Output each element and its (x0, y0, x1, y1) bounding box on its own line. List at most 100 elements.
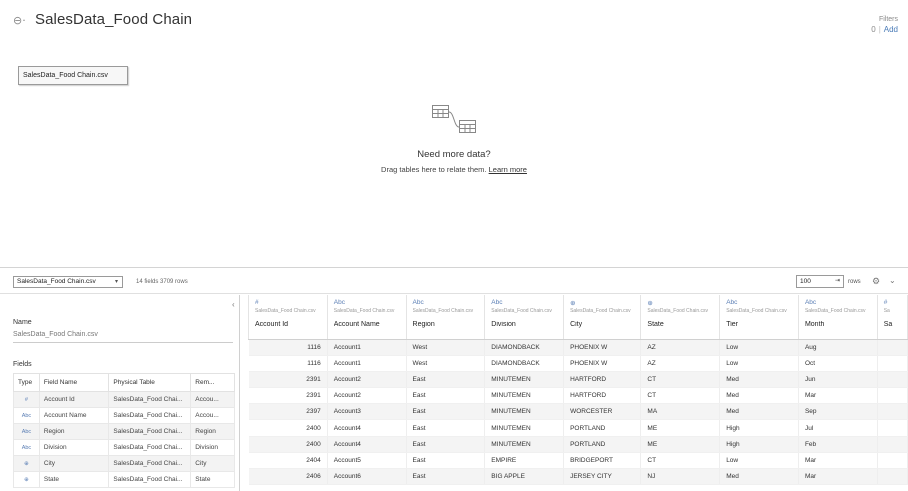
string-type-icon[interactable]: Abc (491, 299, 557, 308)
table-cell: East (406, 452, 486, 470)
col-name[interactable]: Tier (726, 321, 792, 328)
chevron-down-icon[interactable]: ⌄ (889, 276, 896, 285)
field-row[interactable]: Abc Division SalesData_Food Chai... Divi… (13, 439, 235, 456)
table-cell (877, 387, 908, 405)
data-grid-table: # SalesData_Food Chain.csv Account Id Abc S… (248, 295, 908, 486)
field-name[interactable]: Division (38, 439, 110, 456)
field-name[interactable]: City (38, 455, 110, 472)
join-tables-icon (432, 105, 476, 133)
table-row: 1116 Account1 West DIAMONDBACK PHOENIX W AZ Lo… (248, 355, 908, 372)
table-cell (877, 468, 908, 486)
col-sales-partial[interactable]: # Sa Sa (877, 295, 908, 340)
string-type-icon[interactable]: Abc (13, 439, 40, 456)
col-name[interactable]: Division (491, 321, 557, 328)
col-state[interactable]: ⊕ SalesData_Food Chain.csv State (640, 295, 721, 340)
gear-icon[interactable]: ⚙ (872, 276, 880, 287)
field-row[interactable]: ⊕ City SalesData_Food Chai... City (13, 455, 235, 472)
name-field[interactable]: SalesData_Food Chain.csv (13, 331, 233, 343)
col-name[interactable]: Account Id (255, 321, 321, 328)
table-cell: HARTFORD (563, 371, 642, 389)
table-cell (877, 339, 908, 356)
filters-panel: Filters 0 | Add (871, 15, 898, 35)
rows-input[interactable]: 100 ⇥ (796, 275, 844, 288)
number-type-icon[interactable]: # (255, 299, 321, 308)
string-type-icon[interactable]: Abc (13, 423, 40, 440)
col-name[interactable]: Region (413, 321, 479, 328)
number-type-icon[interactable]: # (13, 391, 40, 408)
filters-label: Filters (878, 16, 898, 23)
col-city[interactable]: ⊕ SalesData_Food Chain.csv City (563, 295, 642, 340)
col-name[interactable]: Sa (884, 321, 901, 328)
col-tier[interactable]: Abc SalesData_Food Chain.csv Tier (719, 295, 799, 340)
field-row[interactable]: Abc Region SalesData_Food Chai... Region (13, 423, 235, 440)
col-header-remote[interactable]: Rem... (190, 373, 235, 392)
table-cell: MINUTEMEN (484, 371, 565, 389)
field-row[interactable]: ⊕ State SalesData_Food Chai... State (13, 471, 235, 488)
table-row: 2391 Account2 East MINUTEMEN HARTFORD CT Med Ju… (248, 371, 908, 389)
metadata-panel: ‹ Name SalesData_Food Chain.csv Fields T… (0, 295, 240, 491)
table-cell: East (406, 436, 486, 453)
col-header-physical-table[interactable]: Physical Table (108, 373, 192, 392)
col-month[interactable]: Abc SalesData_Food Chain.csv Month (798, 295, 878, 340)
string-type-icon[interactable]: Abc (334, 299, 400, 308)
col-region[interactable]: Abc SalesData_Food Chain.csv Region (406, 295, 486, 340)
table-cell: 2404 (248, 452, 328, 470)
grid-header-row: # SalesData_Food Chain.csv Account Id Abc S… (248, 295, 908, 340)
physical-table: SalesData_Food Chai... (108, 407, 192, 424)
canvas-table-chip[interactable]: SalesData_Food Chain.csv (18, 66, 128, 85)
string-type-icon[interactable]: Abc (805, 299, 871, 308)
field-row[interactable]: Abc Account Name SalesData_Food Chai... … (13, 407, 235, 424)
globe-type-icon[interactable]: ⊕ (647, 299, 713, 308)
table-cell: Account2 (327, 387, 407, 405)
field-name[interactable]: State (38, 471, 110, 488)
table-cell: 1116 (248, 339, 328, 356)
field-name[interactable]: Region (38, 423, 110, 440)
col-header-field-name[interactable]: Field Name (38, 373, 110, 392)
table-cell: High (719, 419, 799, 437)
globe-type-icon[interactable]: ⊕ (13, 471, 40, 488)
field-row[interactable]: # Account Id SalesData_Food Chai... Acco… (13, 391, 235, 408)
col-name[interactable]: State (647, 321, 713, 328)
col-header-type[interactable]: Type (13, 373, 40, 392)
table-row: 2406 Account6 East BIG APPLE JERSEY CITY NJ Me… (248, 468, 908, 486)
table-row: 1116 Account1 West DIAMONDBACK PHOENIX W AZ Lo… (248, 339, 908, 356)
table-row: 2397 Account3 East MINUTEMEN WORCESTER MA Med S… (248, 403, 908, 421)
col-division[interactable]: Abc SalesData_Food Chain.csv Division (484, 295, 565, 340)
col-name[interactable]: Account Name (334, 321, 400, 328)
field-name[interactable]: Account Id (38, 391, 110, 408)
table-cell: Med (719, 371, 799, 389)
table-cell: Med (719, 387, 799, 405)
number-type-icon[interactable]: # (884, 299, 901, 308)
col-source: SalesData_Food Chain.csv (726, 308, 787, 314)
col-source: SalesData_Food Chain.csv (647, 308, 709, 314)
table-cell: 2397 (248, 403, 328, 421)
col-account-id[interactable]: # SalesData_Food Chain.csv Account Id (248, 295, 328, 340)
col-source: SalesData_Food Chain.csv (255, 308, 316, 314)
col-name[interactable]: City (570, 321, 634, 328)
table-cell: EMPIRE (484, 452, 565, 470)
table-cell: DIAMONDBACK (484, 339, 565, 356)
table-cell: ME (640, 419, 721, 437)
table-cell: Account1 (327, 339, 407, 356)
name-label: Name (13, 319, 32, 326)
table-cell: ME (640, 436, 721, 453)
string-type-icon[interactable]: Abc (13, 407, 40, 424)
table-cell: Account4 (327, 419, 407, 437)
table-cell: Mar (798, 387, 878, 405)
data-grid: # SalesData_Food Chain.csv Account Id Abc S… (248, 295, 908, 491)
col-name[interactable]: Month (805, 321, 871, 328)
stepper-icon[interactable]: ⇥ (835, 276, 840, 287)
data-source-canvas: ⊖· SalesData_Food Chain Filters 0 | Add Sa… (0, 0, 908, 268)
data-source-title[interactable]: SalesData_Food Chain (35, 11, 192, 28)
globe-type-icon[interactable]: ⊕ (13, 455, 40, 472)
globe-type-icon[interactable]: ⊕ (570, 299, 634, 308)
string-type-icon[interactable]: Abc (726, 299, 792, 308)
field-name[interactable]: Account Name (38, 407, 110, 424)
filters-add-link[interactable]: Add (884, 25, 898, 34)
string-type-icon[interactable]: Abc (413, 299, 479, 308)
chevron-left-icon[interactable]: ‹ (232, 300, 235, 309)
col-account-name[interactable]: Abc SalesData_Food Chain.csv Account Name (327, 295, 407, 340)
table-select[interactable]: SalesData_Food Chain.csv ▾ (13, 276, 123, 288)
table-row: 2400 Account4 East MINUTEMEN PORTLAND ME High F… (248, 436, 908, 453)
learn-more-link[interactable]: Learn more (489, 165, 527, 174)
